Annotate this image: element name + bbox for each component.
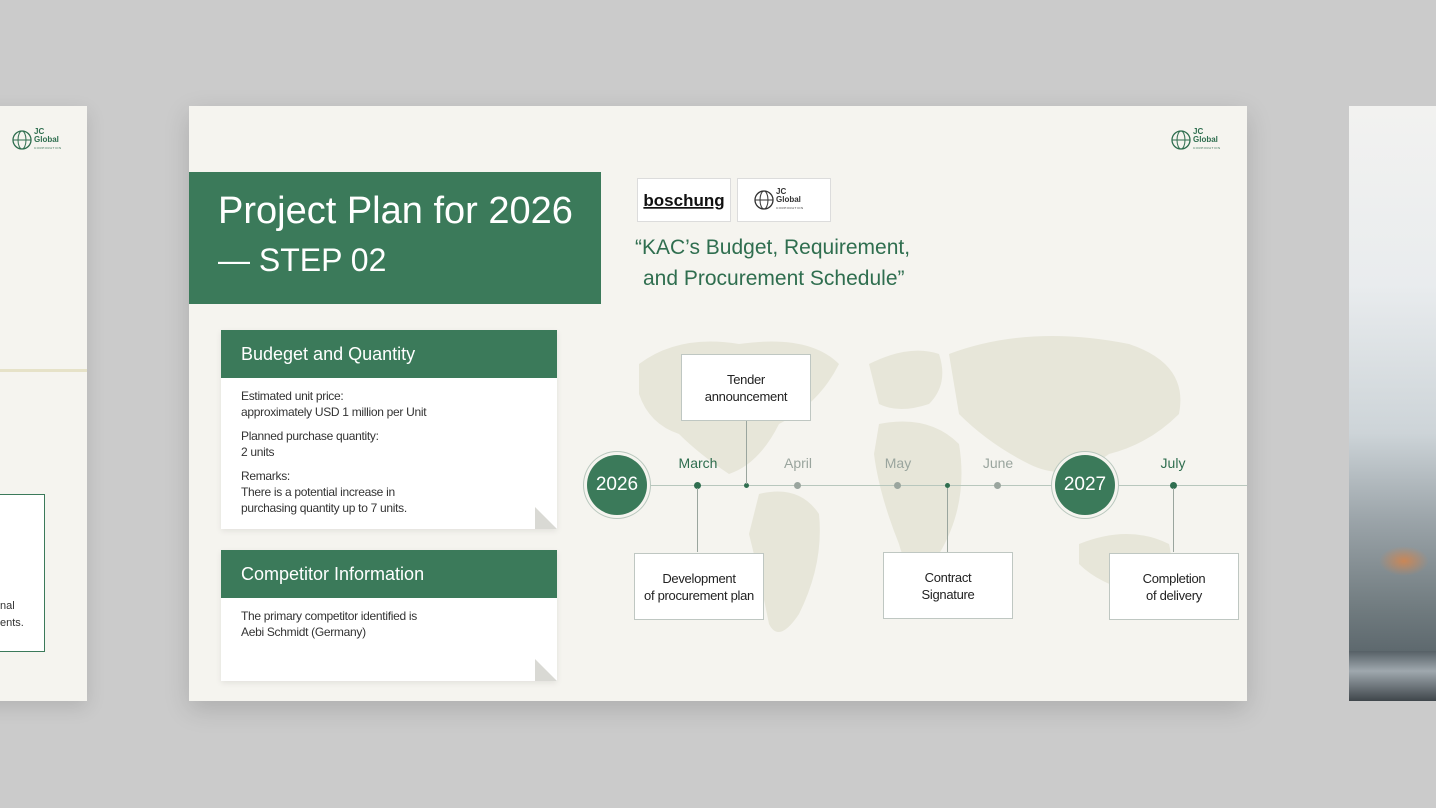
boschung-logo-chip: boschung	[637, 178, 731, 222]
timeline-dot-may	[894, 482, 901, 489]
competitor-line1: The primary competitor identified is	[241, 609, 417, 623]
contract-connector	[947, 488, 948, 552]
competitor-card-body: The primary competitor identified is Aeb…	[221, 598, 557, 650]
title-block: Project Plan for 2026 — STEP 02	[189, 172, 601, 304]
logo-global-text: Global	[1193, 135, 1218, 144]
month-may: May	[884, 455, 912, 471]
development-plan-box: Development of procurement plan	[634, 553, 764, 620]
quote-line-1: “KAC’s Budget, Requirement,	[635, 236, 911, 259]
fragment-line: nal	[0, 600, 15, 612]
budget-card: Budeget and Quantity Estimated unit pric…	[221, 330, 557, 529]
globe-icon	[12, 130, 32, 150]
section-quote: “KAC’s Budget, Requirement, and Procurem…	[635, 232, 910, 294]
jc-global-logo: JC Global CORPORATION	[754, 188, 804, 212]
competitor-line2: Aebi Schmidt (Germany)	[241, 625, 366, 639]
timeline-axis	[585, 485, 1247, 486]
tender-announcement-box: Tender announcement	[681, 354, 811, 421]
event-line1: Tender	[727, 371, 765, 387]
logo-global-text: Global	[776, 195, 801, 204]
current-slide[interactable]: JC Global CORPORATION Project Plan for 2…	[189, 106, 1247, 701]
event-line1: Development	[662, 570, 736, 586]
quote-line-2: and Procurement Schedule”	[643, 267, 905, 290]
jc-global-logo-chip: JC Global CORPORATION	[737, 178, 831, 222]
budget-card-title: Budeget and Quantity	[221, 330, 557, 378]
logo-global-text: Global	[34, 135, 59, 144]
unit-price-label: Estimated unit price:	[241, 389, 344, 403]
month-july: July	[1160, 455, 1186, 471]
remarks-value-line1: There is a potential increase in	[241, 485, 395, 499]
next-slide-thumbnail[interactable]	[1349, 106, 1436, 701]
tender-connector	[746, 420, 747, 484]
quantity-label: Planned purchase quantity:	[241, 429, 379, 443]
divider-rule	[0, 369, 87, 372]
logo-corporation-text: CORPORATION	[1193, 146, 1221, 150]
month-march: March	[678, 455, 718, 471]
competitor-card: Competitor Information The primary compe…	[221, 550, 557, 681]
page-curl	[535, 507, 557, 529]
previous-slide-thumbnail[interactable]: JC Global CORPORATION nal ents.	[0, 106, 87, 701]
event-line1: Completion	[1142, 570, 1206, 586]
event-line2: of procurement plan	[644, 587, 754, 603]
page-curl	[535, 659, 557, 681]
event-line1: Contract	[924, 569, 972, 585]
boschung-logo-text: boschung	[643, 191, 724, 210]
year-2027-badge: 2027	[1055, 455, 1115, 515]
boschung-logo: boschung	[643, 191, 724, 210]
runway-lights	[1379, 546, 1429, 576]
slide-title: Project Plan for 2026	[218, 190, 573, 232]
event-line2: Signature	[921, 586, 975, 602]
globe-icon	[754, 190, 774, 210]
globe-icon	[1171, 130, 1191, 150]
completion-connector	[1173, 488, 1174, 552]
quantity-value: 2 units	[241, 445, 275, 459]
logo-corporation-text: CORPORATION	[776, 206, 804, 210]
slide-subtitle: — STEP 02	[218, 242, 387, 278]
month-june: June	[982, 455, 1014, 471]
event-line2: of delivery	[1146, 587, 1202, 603]
jc-global-logo: JC Global CORPORATION	[12, 128, 62, 152]
completion-delivery-box: Completion of delivery	[1109, 553, 1239, 620]
development-connector	[697, 488, 698, 552]
unit-price-value: approximately USD 1 million per Unit	[241, 405, 427, 419]
remarks-label: Remarks:	[241, 469, 290, 483]
remarks-value-line2: purchasing quantity up to 7 units.	[241, 501, 407, 515]
event-line2: announcement	[704, 388, 788, 404]
competitor-card-title: Competitor Information	[221, 550, 557, 598]
budget-card-body: Estimated unit price: approximately USD …	[221, 378, 557, 534]
year-2026-badge: 2026	[587, 455, 647, 515]
timeline-dot-april	[794, 482, 801, 489]
fragment-text: nal ents.	[0, 598, 24, 632]
runway-image	[1349, 651, 1436, 701]
contract-signature-box: Contract Signature	[883, 552, 1013, 619]
logo-corporation-text: CORPORATION	[34, 146, 62, 150]
month-april: April	[783, 455, 812, 471]
fragment-line: ents.	[0, 617, 24, 629]
timeline-dot-june	[994, 482, 1001, 489]
jc-global-logo: JC Global CORPORATION	[1171, 128, 1221, 152]
